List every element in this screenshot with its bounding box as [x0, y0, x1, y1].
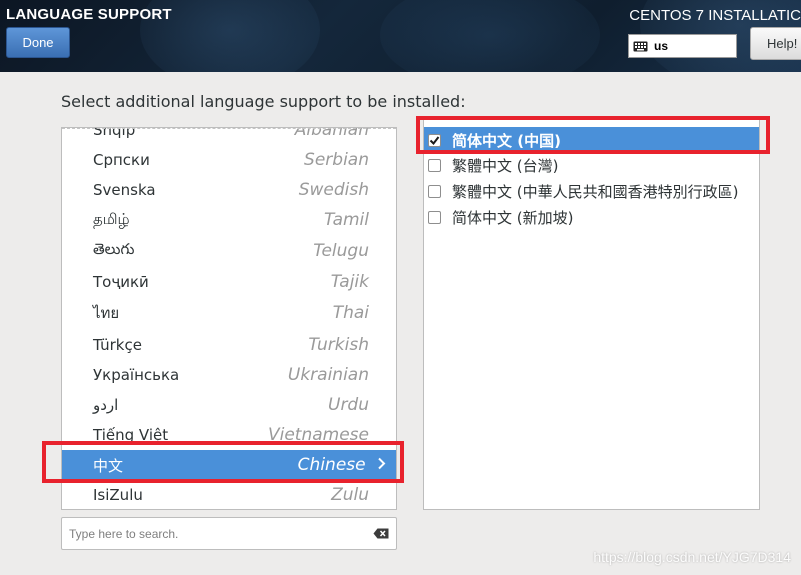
watermark-text: https://blog.csdn.net/YJG7D314 — [593, 549, 791, 565]
locale-row-zh-sg[interactable]: 简体中文 (新加坡) — [424, 204, 759, 230]
locale-label: 繁體中文 (台灣) — [452, 156, 559, 175]
language-native-name: ไทย — [93, 304, 120, 322]
language-row-albanian[interactable]: Shqip Albanian — [62, 128, 396, 145]
instruction-text: Select additional language support to be… — [61, 92, 466, 111]
language-native-name: Türkçe — [93, 336, 142, 354]
language-row-tamil[interactable]: தமிழ் Tamil — [62, 205, 396, 235]
language-english-name: Telugu — [313, 241, 369, 261]
language-row-swedish[interactable]: Svenska Swedish — [62, 175, 396, 205]
language-native-name: தமிழ் — [93, 210, 130, 228]
language-native-name: తెలుగు — [93, 240, 135, 258]
language-english-name: Swedish — [298, 180, 369, 200]
language-row-ukrainian[interactable]: Українська Ukrainian — [62, 360, 396, 390]
language-row-telugu[interactable]: తెలుగు Telugu — [62, 236, 396, 266]
language-native-name: اردو — [93, 396, 119, 414]
language-native-name: Svenska — [93, 181, 156, 199]
language-native-name: Українська — [93, 366, 180, 384]
locale-row-zh-tw[interactable]: 繁體中文 (台灣) — [424, 152, 759, 178]
language-row-urdu[interactable]: اردو Urdu — [62, 390, 396, 420]
language-search-input[interactable] — [62, 518, 366, 549]
locale-checkbox[interactable] — [428, 158, 441, 172]
done-button[interactable]: Done — [6, 27, 70, 58]
language-english-name: Tajik — [330, 272, 369, 292]
annotation-highlight-language — [42, 441, 404, 483]
list-scroll-edge — [62, 128, 396, 129]
product-title: CENTOS 7 INSTALLATIC — [629, 7, 801, 24]
header-bar: LANGUAGE SUPPORT Done CENTOS 7 INSTALLAT… — [0, 0, 801, 72]
language-native-name: Српски — [93, 151, 150, 169]
keyboard-icon — [633, 41, 648, 51]
language-english-name: Tamil — [323, 210, 369, 230]
language-native-name: IsiZulu — [93, 486, 143, 504]
keyboard-layout-indicator[interactable]: us — [628, 34, 737, 58]
language-english-name: Zulu — [331, 485, 369, 505]
language-english-name: Serbian — [304, 150, 369, 170]
language-row-zulu[interactable]: IsiZulu Zulu — [62, 480, 396, 509]
keyboard-layout-label: us — [654, 39, 669, 53]
locale-checkbox[interactable] — [428, 184, 441, 198]
locale-label: 繁體中文 (中華人民共和國香港特別行政區) — [452, 182, 739, 201]
locale-label: 简体中文 (新加坡) — [452, 208, 574, 227]
language-english-name: Urdu — [328, 395, 369, 415]
language-english-name: Ukrainian — [287, 365, 369, 385]
locale-row-zh-hk[interactable]: 繁體中文 (中華人民共和國香港特別行政區) — [424, 178, 759, 204]
clear-search-icon[interactable] — [366, 528, 396, 539]
locale-checkbox[interactable] — [428, 210, 441, 224]
language-english-name: Thai — [332, 303, 369, 323]
language-english-name: Turkish — [308, 335, 369, 355]
language-row-serbian[interactable]: Српски Serbian — [62, 145, 396, 175]
page-title: LANGUAGE SUPPORT — [6, 6, 172, 23]
annotation-highlight-locale — [416, 116, 770, 154]
help-button[interactable]: Help! — [750, 27, 801, 60]
language-search-box — [61, 517, 397, 550]
locale-list[interactable]: 简体中文 (中国) 繁體中文 (台灣) 繁體中文 (中華人民共和國香港特別行政區… — [423, 118, 760, 510]
language-row-thai[interactable]: ไทย Thai — [62, 298, 396, 328]
language-row-tajik[interactable]: Тоҷикӣ Tajik — [62, 267, 396, 297]
language-row-turkish[interactable]: Türkçe Turkish — [62, 330, 396, 360]
language-native-name: Тоҷикӣ — [93, 273, 149, 291]
